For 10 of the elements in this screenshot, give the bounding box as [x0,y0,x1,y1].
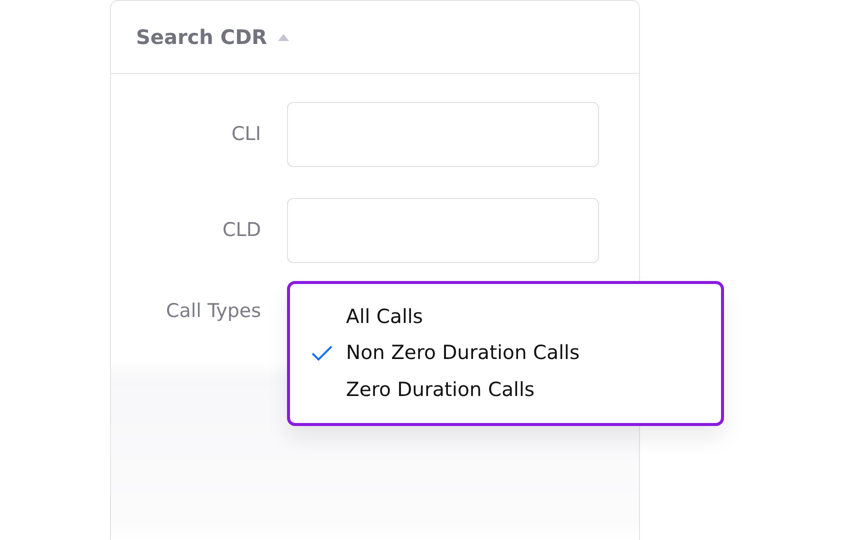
dropdown-option[interactable]: Zero Duration Calls [346,374,535,404]
field-label: Call Types [164,299,261,324]
dropdown-option[interactable]: Non Zero Duration Calls [346,338,580,368]
caret-icon[interactable] [278,34,290,40]
field-label: CLD [222,218,261,244]
input-field[interactable] [287,198,599,263]
dropdown-option[interactable]: All Calls [346,302,423,331]
panel-title[interactable]: Search CDR [136,22,268,52]
field-label: CLI [230,122,261,148]
input-field[interactable] [287,102,599,167]
